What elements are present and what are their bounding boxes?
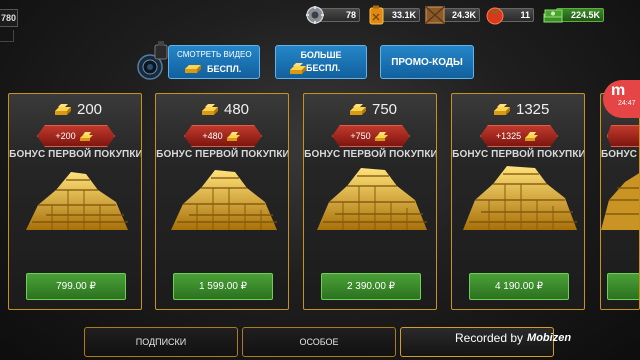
gold-bars-icon	[185, 65, 201, 73]
first-purchase-bonus-label: БОНУС ПЕРВОЙ ПОКУПКИ	[304, 149, 437, 160]
gold-bars-icon	[226, 131, 240, 141]
gold-pile-image	[601, 173, 639, 230]
first-purchase-bonus-label: БОНУС ПЕРВОЙ ПОКУПКИ	[601, 149, 639, 160]
gold-pack-card[interactable]: 200 +200 БОНУС ПЕРВОЙ ПОКУПКИ 799.00 ₽	[8, 93, 142, 310]
pack-amount: 480	[156, 99, 288, 119]
bonus-chip: +1325	[480, 125, 558, 147]
price-label: 4 190.00 ₽	[494, 281, 544, 292]
price-label: 1 599.00 ₽	[198, 281, 248, 292]
tab-subscriptions-label: ПОДПИСКИ	[135, 337, 187, 347]
gold-pile-image	[171, 170, 277, 230]
gold-bars-icon	[494, 104, 510, 115]
bonus-chip: +200	[37, 125, 115, 147]
price-button[interactable]: 2 390.00 ₽	[321, 273, 421, 300]
bonus-chip	[607, 125, 639, 147]
bonus-chip: +480	[184, 125, 262, 147]
resource-tomatoes[interactable]: 11	[484, 5, 534, 25]
pack-amount: 750	[304, 99, 436, 119]
tomato-icon	[486, 7, 504, 25]
first-purchase-bonus-label: БОНУС ПЕРВОЙ ПОКУПКИ	[156, 149, 289, 160]
gold-pack-card[interactable]: 480 +480 БОНУС ПЕРВОЙ ПОКУПКИ 1 599.00 ₽	[155, 93, 289, 310]
level-value: 780	[0, 13, 16, 23]
more-free-label: БОЛЬШЕ	[300, 50, 342, 60]
more-free-sublabel: БЕСПЛ.	[306, 63, 341, 73]
pack-amount: 1325	[452, 99, 584, 119]
recorder-bubble[interactable]: m 24:47	[603, 80, 640, 118]
promo-codes-button[interactable]: ПРОМО-КОДЫ	[380, 45, 474, 79]
watch-video-label: СМОТРЕТЬ ВИДЕО	[177, 50, 252, 59]
bonus-value: +480	[202, 131, 223, 141]
gold-pile-image	[26, 172, 128, 230]
bonus-chip: +750	[332, 125, 410, 147]
gold-pack-card[interactable]: БОНУС ПЕРВОЙ ПОКУПКИ	[600, 93, 640, 310]
level-badge: 780	[0, 9, 18, 27]
bonus-value: +750	[350, 131, 371, 141]
tab-special-label: ОСОБОЕ	[299, 337, 339, 347]
pack-amount-value: 1325	[516, 101, 550, 118]
bonus-value: +200	[55, 131, 76, 141]
resource-bar: 780 78 33.1K 24.3K 11 224.5K	[0, 0, 640, 30]
gold-bars-icon	[374, 131, 388, 141]
tab-special[interactable]: ОСОБОЕ	[242, 327, 396, 357]
promo-codes-label: ПРОМО-КОДЫ	[391, 56, 463, 68]
first-purchase-bonus-label: БОНУС ПЕРВОЙ ПОКУПКИ	[9, 149, 142, 160]
price-button[interactable]: 1 599.00 ₽	[173, 273, 273, 300]
gold-pile-image	[317, 168, 427, 230]
more-free-button[interactable]: БОЛЬШЕ БЕСПЛ.	[275, 45, 367, 79]
pack-amount-value: 480	[224, 101, 250, 118]
tab-subscriptions[interactable]: ПОДПИСКИ	[84, 327, 238, 357]
recording-timer: 24:47	[618, 100, 636, 107]
price-label: 799.00 ₽	[56, 281, 96, 292]
first-purchase-bonus-label: БОНУС ПЕРВОЙ ПОКУПКИ	[452, 149, 585, 160]
cash-stack-icon	[543, 9, 563, 23]
gold-pack-card[interactable]: 1325 +1325 БОНУС ПЕРВОЙ ПОКУПКИ 4 190.00…	[451, 93, 585, 310]
pack-amount: 200	[9, 99, 141, 119]
gold-pile-image	[463, 166, 577, 230]
price-button[interactable]: 4 190.00 ₽	[469, 273, 569, 300]
watch-video-free-label: БЕСПЛ.	[207, 64, 242, 74]
price-label: 2 390.00 ₽	[346, 281, 396, 292]
bonus-value: +1325	[495, 131, 522, 141]
recorded-by-text: Recorded by	[455, 331, 524, 345]
gold-bars-icon	[79, 131, 93, 141]
resource-cash[interactable]: 224.5K	[542, 5, 604, 25]
gold-bars-icon	[525, 131, 539, 141]
price-button[interactable]: 799.00 ₽	[26, 273, 126, 300]
resource-silver[interactable]: 78	[304, 5, 360, 25]
watch-video-button[interactable]: СМОТРЕТЬ ВИДЕО БЕСПЛ.	[168, 45, 260, 79]
price-button[interactable]	[607, 273, 639, 300]
gold-bars-icon	[350, 104, 366, 115]
gold-bars-icon	[202, 104, 218, 115]
wooden-crate-icon	[425, 6, 445, 24]
fuel-canister-icon	[369, 5, 384, 25]
back-button[interactable]	[0, 30, 14, 42]
recording-watermark: Recorded by Mobizen	[455, 329, 571, 347]
gear-shield-icon	[306, 6, 324, 24]
pack-amount-value: 200	[77, 101, 103, 118]
recorder-logo-icon: m	[611, 82, 626, 99]
recorder-brand-logo: Mobizen	[527, 332, 572, 344]
pack-amount-value: 750	[372, 101, 398, 118]
resource-fuel[interactable]: 33.1K	[366, 5, 420, 25]
resource-crates[interactable]: 24.3K	[424, 5, 480, 25]
gold-pack-card[interactable]: 750 +750 БОНУС ПЕРВОЙ ПОКУПКИ 2 390.00 ₽	[303, 93, 437, 310]
gold-bars-icon	[55, 104, 71, 115]
